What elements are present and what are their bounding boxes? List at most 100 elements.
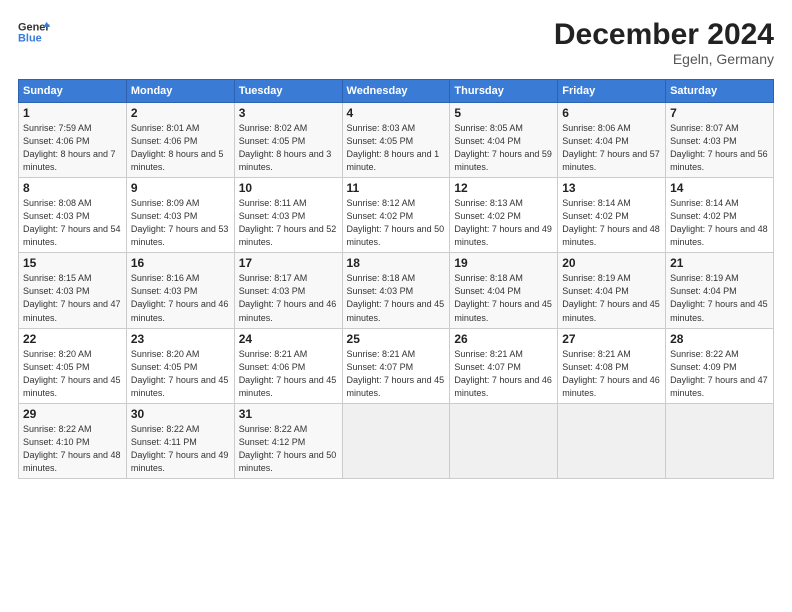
day-detail: Sunrise: 8:03 AMSunset: 4:05 PMDaylight:… (347, 122, 446, 174)
day-number: 15 (23, 256, 122, 270)
calendar-cell: 5 Sunrise: 8:05 AMSunset: 4:04 PMDaylight… (450, 103, 558, 178)
day-number: 8 (23, 181, 122, 195)
logo-icon: General Blue (18, 18, 50, 46)
calendar-cell: 13Sunrise: 8:14 AMSunset: 4:02 PMDayligh… (558, 178, 666, 253)
calendar-cell: 15 Sunrise: 8:15 AMSunset: 4:03 PMDayligh… (19, 253, 127, 328)
day-detail: Sunrise: 8:20 AMSunset: 4:05 PMDaylight:… (23, 348, 122, 400)
day-number: 27 (562, 332, 661, 346)
day-detail: Sunrise: 8:06 AMSunset: 4:04 PMDaylight:… (562, 122, 661, 174)
day-number: 21 (670, 256, 769, 270)
calendar-header-row: SundayMondayTuesdayWednesdayThursdayFrid… (19, 80, 774, 103)
calendar-week-2: 8 Sunrise: 8:08 AMSunset: 4:03 PMDaylight… (19, 178, 774, 253)
col-header-saturday: Saturday (666, 80, 774, 103)
calendar-cell: 22 Sunrise: 8:20 AMSunset: 4:05 PMDayligh… (19, 328, 127, 403)
day-number: 24 (239, 332, 338, 346)
col-header-sunday: Sunday (19, 80, 127, 103)
day-detail: Sunrise: 8:16 AMSunset: 4:03 PMDaylight:… (131, 272, 230, 324)
logo: General Blue (18, 18, 50, 46)
day-number: 26 (454, 332, 553, 346)
day-detail: Sunrise: 8:21 AMSunset: 4:07 PMDaylight:… (347, 348, 446, 400)
calendar-cell: 27 Sunrise: 8:21 AMSunset: 4:08 PMDayligh… (558, 328, 666, 403)
day-detail: Sunrise: 8:22 AMSunset: 4:11 PMDaylight:… (131, 423, 230, 475)
calendar-cell: 1 Sunrise: 7:59 AMSunset: 4:06 PMDaylight… (19, 103, 127, 178)
calendar-cell: 29 Sunrise: 8:22 AMSunset: 4:10 PMDayligh… (19, 403, 127, 478)
day-number: 16 (131, 256, 230, 270)
day-number: 14 (670, 181, 769, 195)
col-header-wednesday: Wednesday (342, 80, 450, 103)
day-number: 23 (131, 332, 230, 346)
title-block: December 2024 Egeln, Germany (554, 18, 774, 67)
calendar-cell (450, 403, 558, 478)
day-detail: Sunrise: 8:13 AMSunset: 4:02 PMDaylight:… (454, 197, 553, 249)
day-detail: Sunrise: 8:18 AMSunset: 4:03 PMDaylight:… (347, 272, 446, 324)
day-number: 1 (23, 106, 122, 120)
calendar-week-5: 29 Sunrise: 8:22 AMSunset: 4:10 PMDayligh… (19, 403, 774, 478)
calendar-cell: 31 Sunrise: 8:22 AMSunset: 4:12 PMDayligh… (234, 403, 342, 478)
day-number: 20 (562, 256, 661, 270)
day-detail: Sunrise: 8:18 AMSunset: 4:04 PMDaylight:… (454, 272, 553, 324)
day-detail: Sunrise: 8:11 AMSunset: 4:03 PMDaylight:… (239, 197, 338, 249)
calendar-cell: 24 Sunrise: 8:21 AMSunset: 4:06 PMDayligh… (234, 328, 342, 403)
day-detail: Sunrise: 8:14 AMSunset: 4:02 PMDaylight:… (562, 197, 661, 249)
day-number: 19 (454, 256, 553, 270)
calendar-cell: 10 Sunrise: 8:11 AMSunset: 4:03 PMDayligh… (234, 178, 342, 253)
day-number: 10 (239, 181, 338, 195)
day-number: 28 (670, 332, 769, 346)
day-number: 31 (239, 407, 338, 421)
calendar-cell (666, 403, 774, 478)
day-detail: Sunrise: 8:09 AMSunset: 4:03 PMDaylight:… (131, 197, 230, 249)
day-number: 22 (23, 332, 122, 346)
day-detail: Sunrise: 8:21 AMSunset: 4:06 PMDaylight:… (239, 348, 338, 400)
calendar-cell: 18 Sunrise: 8:18 AMSunset: 4:03 PMDayligh… (342, 253, 450, 328)
day-number: 6 (562, 106, 661, 120)
calendar-week-3: 15 Sunrise: 8:15 AMSunset: 4:03 PMDayligh… (19, 253, 774, 328)
calendar-cell: 6 Sunrise: 8:06 AMSunset: 4:04 PMDaylight… (558, 103, 666, 178)
calendar-cell: 2 Sunrise: 8:01 AMSunset: 4:06 PMDaylight… (126, 103, 234, 178)
page-header: General Blue December 2024 Egeln, German… (18, 18, 774, 67)
calendar-cell: 25 Sunrise: 8:21 AMSunset: 4:07 PMDayligh… (342, 328, 450, 403)
day-detail: Sunrise: 8:07 AMSunset: 4:03 PMDaylight:… (670, 122, 769, 174)
calendar-week-4: 22 Sunrise: 8:20 AMSunset: 4:05 PMDayligh… (19, 328, 774, 403)
calendar-cell: 17 Sunrise: 8:17 AMSunset: 4:03 PMDayligh… (234, 253, 342, 328)
day-detail: Sunrise: 8:22 AMSunset: 4:12 PMDaylight:… (239, 423, 338, 475)
calendar-cell (342, 403, 450, 478)
day-detail: Sunrise: 8:14 AMSunset: 4:02 PMDaylight:… (670, 197, 769, 249)
day-number: 30 (131, 407, 230, 421)
day-number: 5 (454, 106, 553, 120)
calendar-cell: 23Sunrise: 8:20 AMSunset: 4:05 PMDayligh… (126, 328, 234, 403)
calendar-cell: 3 Sunrise: 8:02 AMSunset: 4:05 PMDaylight… (234, 103, 342, 178)
calendar-cell (558, 403, 666, 478)
day-number: 9 (131, 181, 230, 195)
day-number: 18 (347, 256, 446, 270)
day-detail: Sunrise: 8:12 AMSunset: 4:02 PMDaylight:… (347, 197, 446, 249)
svg-text:Blue: Blue (18, 32, 42, 44)
day-number: 3 (239, 106, 338, 120)
calendar-cell: 30 Sunrise: 8:22 AMSunset: 4:11 PMDayligh… (126, 403, 234, 478)
day-number: 4 (347, 106, 446, 120)
calendar-cell: 16 Sunrise: 8:16 AMSunset: 4:03 PMDayligh… (126, 253, 234, 328)
day-detail: Sunrise: 8:15 AMSunset: 4:03 PMDaylight:… (23, 272, 122, 324)
day-number: 25 (347, 332, 446, 346)
day-detail: Sunrise: 8:17 AMSunset: 4:03 PMDaylight:… (239, 272, 338, 324)
col-header-monday: Monday (126, 80, 234, 103)
day-number: 11 (347, 181, 446, 195)
day-detail: Sunrise: 8:22 AMSunset: 4:09 PMDaylight:… (670, 348, 769, 400)
day-detail: Sunrise: 8:01 AMSunset: 4:06 PMDaylight:… (131, 122, 230, 174)
day-number: 2 (131, 106, 230, 120)
calendar-cell: 19 Sunrise: 8:18 AMSunset: 4:04 PMDayligh… (450, 253, 558, 328)
calendar-cell: 11 Sunrise: 8:12 AMSunset: 4:02 PMDayligh… (342, 178, 450, 253)
calendar-cell: 9 Sunrise: 8:09 AMSunset: 4:03 PMDaylight… (126, 178, 234, 253)
day-number: 17 (239, 256, 338, 270)
calendar-cell: 12 Sunrise: 8:13 AMSunset: 4:02 PMDayligh… (450, 178, 558, 253)
day-detail: Sunrise: 8:02 AMSunset: 4:05 PMDaylight:… (239, 122, 338, 174)
day-number: 29 (23, 407, 122, 421)
calendar-cell: 21Sunrise: 8:19 AMSunset: 4:04 PMDayligh… (666, 253, 774, 328)
calendar-cell: 4 Sunrise: 8:03 AMSunset: 4:05 PMDaylight… (342, 103, 450, 178)
day-detail: Sunrise: 8:22 AMSunset: 4:10 PMDaylight:… (23, 423, 122, 475)
day-detail: Sunrise: 8:05 AMSunset: 4:04 PMDaylight:… (454, 122, 553, 174)
day-detail: Sunrise: 8:21 AMSunset: 4:08 PMDaylight:… (562, 348, 661, 400)
day-number: 12 (454, 181, 553, 195)
day-detail: Sunrise: 8:08 AMSunset: 4:03 PMDaylight:… (23, 197, 122, 249)
col-header-thursday: Thursday (450, 80, 558, 103)
day-detail: Sunrise: 7:59 AMSunset: 4:06 PMDaylight:… (23, 122, 122, 174)
